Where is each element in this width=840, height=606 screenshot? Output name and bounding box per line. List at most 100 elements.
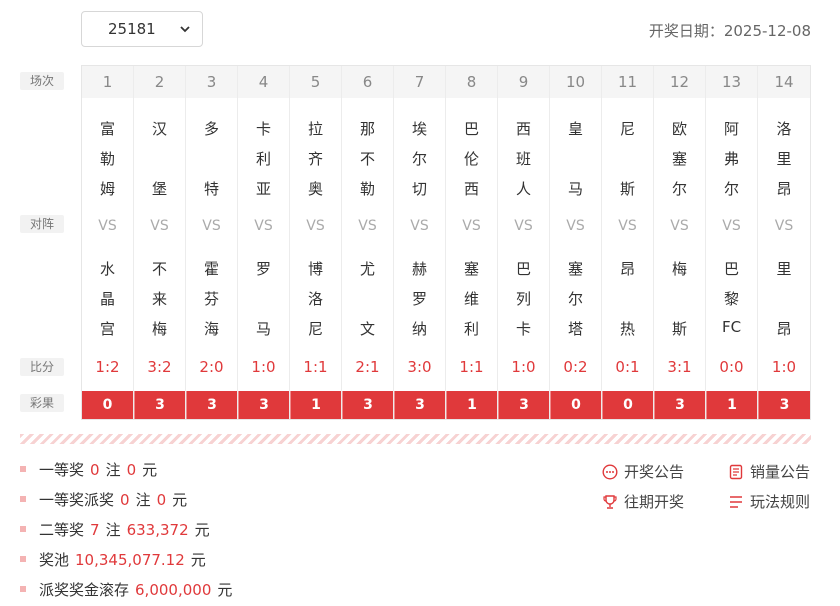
match-result: 3 — [654, 391, 705, 419]
away-team-char: 巴 — [515, 260, 531, 278]
home-team-char: 堡 — [151, 180, 167, 198]
match-result: 3 — [394, 391, 445, 419]
match-result: 3 — [186, 391, 237, 419]
away-team-char: 马 — [255, 320, 271, 338]
match-number: 10 — [550, 66, 601, 98]
label-match-no: 场次 — [20, 72, 64, 90]
away-team-char: 塞 — [463, 260, 479, 278]
match-number: 5 — [290, 66, 341, 98]
home-team-char: 巴 — [463, 120, 479, 138]
match-column: 13 阿弗尔 VS 巴黎 FC 0:0 1 — [706, 66, 758, 419]
away-team-char: 尔 — [567, 290, 583, 308]
match-result: 3 — [134, 391, 185, 419]
away-team-char: 列 — [515, 290, 531, 308]
away-team-char: 维 — [463, 290, 479, 308]
match-score: 0:1 — [615, 358, 640, 376]
vs-label: VS — [670, 218, 689, 234]
match-column: 4 卡利亚 VS 罗马 1:0 3 — [238, 66, 290, 419]
document-icon — [729, 464, 743, 480]
match-number: 4 — [238, 66, 289, 98]
away-team-char: 尤 — [359, 260, 375, 278]
match-result: 1 — [706, 391, 757, 419]
match-result: 0 — [550, 391, 601, 419]
vs-label: VS — [202, 218, 221, 234]
match-score: 3:0 — [407, 358, 432, 376]
away-team-char: 尼 — [307, 320, 323, 338]
match-result: 3 — [758, 391, 810, 419]
match-column: 9 西班人 VS 巴列卡 1:0 3 — [498, 66, 550, 419]
home-team-char: 卡 — [255, 120, 271, 138]
away-team-char: 来 — [151, 290, 167, 308]
label-result: 彩果 — [20, 394, 64, 412]
match-score: 1:0 — [251, 358, 276, 376]
draw-date: 开奖日期：2025-12-08 — [648, 22, 811, 40]
away-team-char: 卡 — [515, 320, 531, 338]
vs-label: VS — [774, 218, 794, 234]
match-result: 0 — [602, 391, 653, 419]
away-team-char: 纳 — [411, 320, 427, 338]
match-column: 5 拉齐奥 VS 博洛尼 1:1 1 — [290, 66, 342, 419]
vs-label: VS — [514, 218, 533, 234]
away-team-char: 洛 — [307, 290, 323, 308]
away-team-char: 罗 — [255, 260, 271, 278]
home-team-char: 班 — [515, 150, 531, 168]
match-grid: 1 富勒姆 VS 水晶宫 1:2 0 2 汉堡 VS 不来梅 3:2 3 3 多特 VS 霍芬海 2:0 3 4 卡利… — [81, 65, 811, 420]
home-team-char: 勒 — [359, 180, 375, 198]
home-team-char: 阿 — [723, 120, 739, 138]
away-team-char: 罗 — [411, 290, 427, 308]
home-team-char: 洛 — [776, 120, 792, 138]
match-score: 0:0 — [719, 358, 744, 376]
home-team-char: 斯 — [619, 180, 635, 198]
away-team-char: 巴 — [723, 260, 739, 278]
home-team-char: 多 — [203, 120, 219, 138]
away-team-char: 塔 — [567, 320, 583, 338]
match-number: 12 — [654, 66, 705, 98]
match-result: 3 — [238, 391, 289, 419]
home-team-char: 勒 — [99, 150, 115, 168]
home-team-char: 弗 — [723, 150, 739, 168]
home-team-char: 姆 — [99, 180, 115, 198]
match-number: 13 — [706, 66, 757, 98]
away-team-char: 梅 — [671, 260, 687, 278]
home-team-char: 那 — [359, 120, 375, 138]
chevron-down-icon — [180, 26, 190, 33]
vs-label: VS — [410, 218, 429, 234]
trophy-icon — [603, 495, 617, 509]
match-column: 3 多特 VS 霍芬海 2:0 3 — [186, 66, 238, 419]
match-number: 6 — [342, 66, 393, 98]
home-team-char: 皇 — [567, 120, 583, 138]
home-team-char: 特 — [203, 180, 219, 198]
home-team-char: 欧 — [671, 120, 687, 138]
away-team-char: 黎 — [723, 290, 739, 308]
match-result: 3 — [498, 391, 549, 419]
vs-label: VS — [254, 218, 273, 234]
match-number: 9 — [498, 66, 549, 98]
vs-label: VS — [722, 218, 741, 234]
home-team-char: 西 — [515, 120, 531, 138]
match-score: 1:0 — [511, 358, 536, 376]
match-column: 6 那不勒 VS 尤文 2:1 3 — [342, 66, 394, 419]
away-team-char: 赫 — [411, 260, 427, 278]
vs-label: VS — [150, 218, 169, 234]
home-team-char: 尔 — [411, 150, 427, 168]
away-team-char: 晶 — [99, 290, 115, 308]
match-number: 3 — [186, 66, 237, 98]
match-result: 1 — [290, 391, 341, 419]
match-score: 1:1 — [459, 358, 484, 376]
home-team-char: 齐 — [307, 150, 323, 168]
away-team-char: 梅 — [151, 320, 167, 338]
home-team-char: 塞 — [671, 150, 687, 168]
match-column: 7 埃尔切 VS 赫罗纳 3:0 3 — [394, 66, 446, 419]
match-score: 2:0 — [199, 358, 224, 376]
home-team-char: 汉 — [151, 120, 167, 138]
label-matchup: 对阵 — [20, 215, 64, 233]
vs-label: VS — [98, 218, 117, 234]
vs-label: VS — [358, 218, 377, 234]
issue-select[interactable]: 25181 — [81, 11, 203, 47]
match-score: 1:2 — [95, 358, 120, 376]
away-team-char: 水 — [99, 260, 115, 278]
match-number: 8 — [446, 66, 497, 98]
home-team-char: 人 — [515, 180, 531, 198]
match-number: 14 — [758, 66, 810, 98]
match-column: 2 汉堡 VS 不来梅 3:2 3 — [134, 66, 186, 419]
